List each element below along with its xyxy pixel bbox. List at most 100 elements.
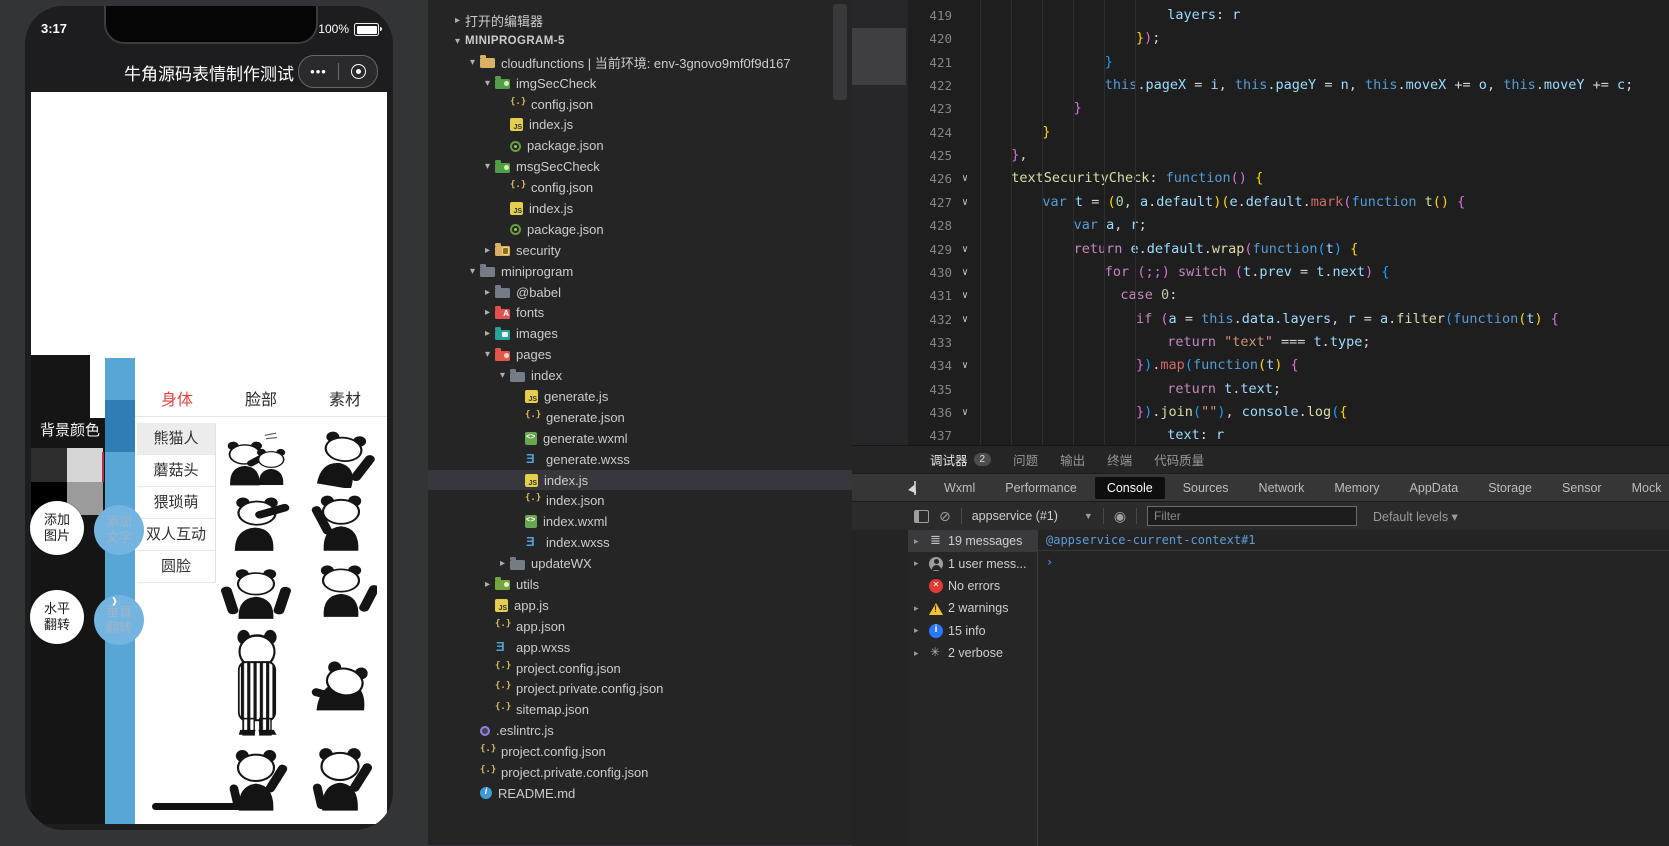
file-tree-scrollbar[interactable] xyxy=(833,4,847,100)
color-swatch-0[interactable] xyxy=(31,448,67,482)
sticker-category-0[interactable]: 熊猫人 xyxy=(137,423,215,455)
tree-row-index.wxss[interactable]: index.wxss xyxy=(428,532,852,553)
console-filter-err[interactable]: No errors xyxy=(908,575,1037,597)
code-editor[interactable]: 419 layers: r 420}); 421} 422 this.pageX = i,… xyxy=(852,0,1669,445)
code-line-425[interactable]: 425}, xyxy=(852,144,1669,167)
tree-row-app.json[interactable]: app.json xyxy=(428,616,852,637)
tree-row-sitemap.json[interactable]: sitemap.json xyxy=(428,699,852,720)
console-output[interactable]: @appservice-current-context#1 › xyxy=(1038,530,1669,846)
log-levels-select[interactable]: Default levels ▾ xyxy=(1373,509,1458,524)
tree-row-README.md[interactable]: README.md xyxy=(428,783,852,804)
code-line-423[interactable]: 423} xyxy=(852,97,1669,120)
fold-arrow-icon[interactable]: ∨ xyxy=(956,354,974,377)
tree-row-miniprogram[interactable]: ▾ miniprogram xyxy=(428,261,852,282)
chevron-down-icon[interactable]: ▾ xyxy=(465,266,480,277)
tree-row-project.config.json[interactable]: project.config.json xyxy=(428,658,852,679)
tree-row-generate.json[interactable]: generate.json xyxy=(428,407,852,428)
console-filter-user[interactable]: ▸ 1 user mess... xyxy=(908,552,1037,574)
panel-tab-0[interactable]: 调试器 2 xyxy=(930,446,992,474)
panda-sticker-point[interactable] xyxy=(220,494,294,552)
tree-row-images[interactable]: ▸ images xyxy=(428,323,852,344)
tree-row-package.json[interactable]: package.json xyxy=(428,135,852,156)
tree-row-msgSecCheck[interactable]: ▾ msgSecCheck xyxy=(428,156,852,177)
tree-row-fonts[interactable]: ▸fonts xyxy=(428,302,852,323)
console-filter-info[interactable]: ▸15 info xyxy=(908,620,1037,642)
code-line-422[interactable]: 422 this.pageX = i, this.pageY = n, this.… xyxy=(852,74,1669,97)
sidebar-toggle-icon[interactable] xyxy=(914,509,929,523)
tree-row-security[interactable]: ▸ security xyxy=(428,240,852,261)
chevron-right-icon[interactable]: ▸ xyxy=(480,328,495,339)
tree-row-pages[interactable]: ▾ pages xyxy=(428,344,852,365)
devtools-tab-storage[interactable]: Storage xyxy=(1476,477,1544,499)
close-mini-program-icon[interactable] xyxy=(339,64,377,79)
code-line-436[interactable]: 436 ∨}).join(""), console.log({ xyxy=(852,401,1669,424)
code-line-430[interactable]: 430 ∨ for (;;) switch (t.prev = t.next) { xyxy=(852,261,1669,284)
sticker-category-1[interactable]: 蘑菇头 xyxy=(137,455,215,487)
devtools-tab-performance[interactable]: Performance xyxy=(993,477,1089,499)
panda-sticker-arms-up[interactable] xyxy=(220,566,292,620)
tool-button-垂直翻转[interactable]: 垂直 翻转 xyxy=(94,595,144,645)
chevron-right-icon[interactable]: ▸ xyxy=(480,307,495,318)
tree-row-app.js[interactable]: app.js xyxy=(428,595,852,616)
tree-row-MINIPROGRAM-5[interactable]: ▾ MINIPROGRAM-5 xyxy=(428,31,852,52)
tool-button-添加文字[interactable]: 添加 文字 xyxy=(94,505,144,555)
more-menu-icon[interactable]: ••• xyxy=(299,56,338,87)
chevron-down-icon[interactable]: ▾ xyxy=(465,57,480,68)
fold-arrow-icon[interactable]: ∨ xyxy=(956,238,974,261)
chevron-down-icon[interactable]: ▾ xyxy=(450,36,465,47)
tool-button-水平翻转[interactable]: 水平 翻转 xyxy=(30,590,84,644)
tree-row-app.wxss[interactable]: app.wxss xyxy=(428,637,852,658)
console-filter-verb[interactable]: ▸2 verbose xyxy=(908,642,1037,664)
chevron-down-icon[interactable]: ▾ xyxy=(480,161,495,172)
tree-row-index.json[interactable]: index.json xyxy=(428,490,852,511)
capsule-menu[interactable]: ••• xyxy=(298,55,378,88)
chevron-right-icon[interactable]: ▸ xyxy=(450,15,465,26)
panel-handle-bar[interactable] xyxy=(105,358,135,824)
chevron-right-icon[interactable]: ▸ xyxy=(914,648,924,659)
code-line-435[interactable]: 435 return t.text; xyxy=(852,378,1669,401)
chevron-right-icon[interactable]: ▸ xyxy=(914,536,924,547)
panda-sticker-bend[interactable] xyxy=(305,647,377,713)
tree-row-index.js[interactable]: index.js xyxy=(428,114,852,135)
code-line-428[interactable]: 428var a, r; xyxy=(852,214,1669,237)
tree-row-generate.wxss[interactable]: generate.wxss xyxy=(428,449,852,470)
chevron-right-icon[interactable]: ▸ xyxy=(480,579,495,590)
tree-row-index.wxml[interactable]: index.wxml xyxy=(428,511,852,532)
fold-arrow-icon[interactable]: ∨ xyxy=(956,284,974,307)
chevron-right-icon[interactable]: › xyxy=(112,589,117,613)
tree-row-index[interactable]: ▾ index xyxy=(428,365,852,386)
tree-row-imgSecCheck[interactable]: ▾ imgSecCheck xyxy=(428,73,852,94)
execution-context-select[interactable]: appservice (#1) ▼ xyxy=(972,509,1093,523)
console-filter-warn[interactable]: ▸2 warnings xyxy=(908,597,1037,619)
chevron-down-icon[interactable]: ▾ xyxy=(480,78,495,89)
panda-sticker-hug[interactable] xyxy=(220,432,292,488)
code-line-432[interactable]: 432 ∨ if (a = this.data.layers, r = a.filt… xyxy=(852,308,1669,331)
tree-row-generate.wxml[interactable]: generate.wxml xyxy=(428,428,852,449)
panda-sticker-reach[interactable] xyxy=(305,562,377,618)
chevron-right-icon[interactable]: ▸ xyxy=(914,625,924,636)
fold-arrow-icon[interactable]: ∨ xyxy=(956,308,974,331)
sticker-category-2[interactable]: 猥琐萌 xyxy=(137,487,215,519)
sticker-category-3[interactable]: 双人互动 xyxy=(137,519,215,551)
console-filter-list[interactable]: ▸19 messages xyxy=(908,530,1037,553)
panda-sticker-pajama-stripes[interactable] xyxy=(222,625,292,738)
code-line-433[interactable]: 433 return "text" === t.type; xyxy=(852,331,1669,354)
fold-arrow-icon[interactable]: ∨ xyxy=(956,191,974,214)
tool-button-添加图片[interactable]: 添加 图片 xyxy=(30,501,84,555)
chevron-right-icon[interactable]: ▸ xyxy=(914,603,924,614)
tree-row-utils[interactable]: ▸ utils xyxy=(428,574,852,595)
chevron-right-icon[interactable]: ▸ xyxy=(495,558,510,569)
tree-row-package.json[interactable]: package.json xyxy=(428,219,852,240)
fold-arrow-icon[interactable]: ∨ xyxy=(956,261,974,284)
devtools-tab-sources[interactable]: Sources xyxy=(1171,477,1241,499)
panda-sticker-wave[interactable] xyxy=(220,746,292,812)
code-line-421[interactable]: 421} xyxy=(852,51,1669,74)
code-line-420[interactable]: 420}); xyxy=(852,27,1669,50)
code-line-437[interactable]: 437 text: r xyxy=(852,424,1669,445)
devtools-tab-wxml[interactable]: Wxml xyxy=(932,477,987,499)
devtools-tab-memory[interactable]: Memory xyxy=(1322,477,1391,499)
eye-icon[interactable]: ◉ xyxy=(1114,509,1126,523)
context-link[interactable]: @appservice-current-context#1 xyxy=(1038,530,1669,551)
console-prompt[interactable]: › xyxy=(1038,551,1669,573)
devtools-tab-network[interactable]: Network xyxy=(1247,477,1317,499)
